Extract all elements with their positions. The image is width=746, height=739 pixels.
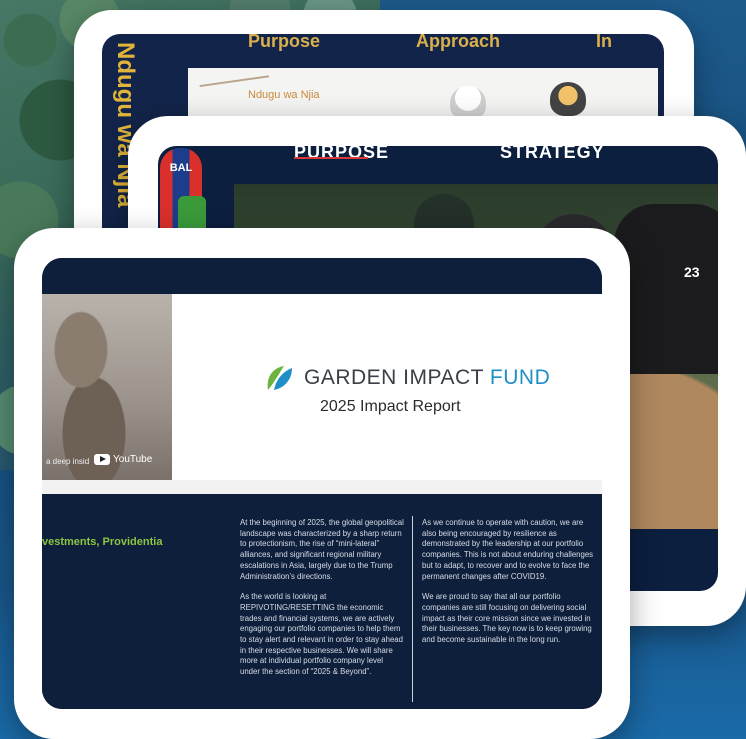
brand-main: GARDEN IMPACT (304, 366, 484, 389)
nav-purpose[interactable]: Purpose (248, 34, 320, 54)
separator-band (42, 480, 602, 494)
top-strip (42, 258, 602, 280)
rider-helmet-image (550, 82, 586, 116)
nav-active-underline (294, 157, 368, 159)
photo-tag: Ndugu wa Njia (248, 89, 320, 101)
paragraph: We are proud to say that all our portfol… (422, 592, 592, 645)
intro-column-left: At the beginning of 2025, the global geo… (240, 518, 404, 678)
jersey-number: 23 (684, 264, 700, 280)
paragraph: As we continue to operate with caution, … (422, 518, 594, 581)
paragraph: At the beginning of 2025, the global geo… (240, 518, 404, 581)
nav-approach[interactable]: Approach (416, 34, 500, 54)
report-preview-card-front[interactable]: a deep insid YouTube GARDEN IMPACT FUND … (14, 228, 630, 739)
card-back-nav: Purpose Approach In (102, 34, 664, 54)
column-divider (412, 516, 413, 702)
card-middle-nav: PURPOSE STRATEGY (158, 146, 718, 170)
card-front-screen: a deep insid YouTube GARDEN IMPACT FUND … (42, 258, 602, 709)
leaf-icon (267, 366, 292, 390)
youtube-label: YouTube (113, 454, 153, 465)
rider-helmet-image (450, 86, 486, 120)
intro-column-right: As we continue to operate with caution, … (422, 518, 594, 646)
nav-impact[interactable]: In (596, 34, 612, 54)
video-caption: a deep insid (46, 457, 90, 466)
brand-fund: FUND (489, 366, 551, 389)
youtube-play-icon (94, 454, 110, 465)
nav-strategy[interactable]: STRATEGY (500, 146, 605, 163)
hero-section: a deep insid YouTube GARDEN IMPACT FUND … (42, 294, 602, 480)
nav-purpose[interactable]: PURPOSE (294, 146, 389, 163)
section-heading: vestments, Providentia (42, 536, 163, 548)
video-thumbnail[interactable]: a deep insid YouTube (42, 294, 172, 480)
brand-logo: GARDEN IMPACT FUND (264, 364, 550, 392)
brand-name: GARDEN IMPACT FUND (304, 366, 550, 390)
paragraph: As the world is looking at REPIVOTING/RE… (240, 592, 403, 677)
report-subtitle: 2025 Impact Report (320, 398, 461, 415)
intro-section: vestments, Providentia At the beginning … (42, 494, 602, 709)
youtube-badge[interactable]: YouTube (94, 454, 152, 465)
